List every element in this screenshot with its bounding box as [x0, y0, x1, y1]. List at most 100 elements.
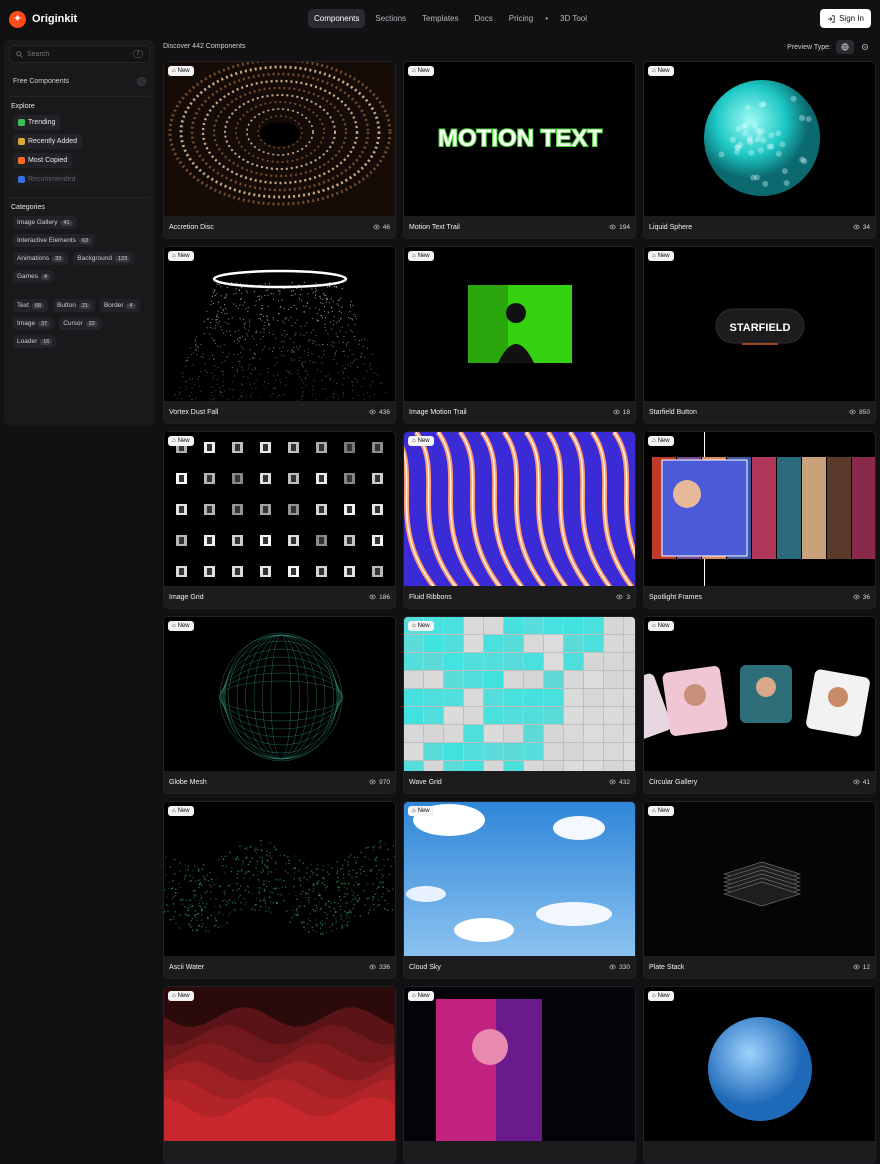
component-card[interactable]: MOTION TEXT ⌂New Motion Text Trail 194 — [403, 61, 636, 239]
component-card[interactable]: ⌂New — [163, 986, 396, 1164]
component-card[interactable]: ⌂New — [643, 986, 876, 1164]
preview-type-settings-button[interactable] — [859, 40, 871, 54]
explore-recommended[interactable]: Recommended — [13, 172, 80, 187]
category-animations[interactable]: Animations33 — [13, 252, 68, 265]
new-badge-label: New — [418, 68, 430, 74]
new-badge-label: New — [418, 993, 430, 999]
new-badge: ⌂New — [168, 436, 194, 446]
category-games[interactable]: Games4 — [13, 270, 54, 283]
preview-graphic — [404, 802, 635, 957]
free-components-switch[interactable] — [137, 77, 146, 86]
explore-recently-added[interactable]: Recently Added — [13, 134, 82, 149]
sign-in-button[interactable]: Sign In — [820, 9, 871, 28]
category-count: 4 — [126, 303, 135, 309]
eye-icon — [369, 409, 376, 415]
view-count: 330 — [609, 964, 630, 971]
eye-icon — [849, 409, 856, 415]
preview-graphic — [404, 432, 635, 587]
component-card[interactable]: ⌂New Cloud Sky 330 — [403, 801, 636, 979]
tag-icon: ⌂ — [412, 68, 416, 74]
view-count: 970 — [369, 779, 390, 786]
eye-icon — [853, 594, 860, 600]
component-preview — [404, 247, 635, 402]
new-badge-label: New — [658, 993, 670, 999]
nav-3d-tool[interactable]: 3D Tool — [554, 9, 593, 28]
view-count-value: 46 — [383, 224, 390, 231]
explore-title: Explore — [9, 103, 150, 110]
component-card[interactable]: ⌂New Plate Stack 12 — [643, 801, 876, 979]
eye-icon — [369, 964, 376, 970]
component-card[interactable]: ⌂New Ascii Water 336 — [163, 801, 396, 979]
new-badge: ⌂New — [408, 991, 434, 1001]
component-card[interactable]: ⌂New Accretion Disc 46 — [163, 61, 396, 239]
components-grid: ⌂New Accretion Disc 46 MOTION TEXT ⌂New … — [163, 61, 876, 1164]
sparkle-icon — [18, 138, 25, 145]
nav-sections[interactable]: Sections — [369, 9, 412, 28]
category-cursor[interactable]: Cursor22 — [59, 317, 102, 330]
card-caption: Circular Gallery 41 — [644, 771, 875, 793]
category-image[interactable]: Image37 — [13, 317, 54, 330]
divider — [9, 197, 150, 198]
component-title: Plate Stack — [649, 964, 684, 971]
tag-icon: ⌂ — [172, 253, 176, 259]
component-preview — [164, 617, 395, 772]
trending-icon — [18, 119, 25, 126]
view-count-value: 850 — [859, 409, 870, 416]
nav-pricing[interactable]: Pricing — [503, 9, 539, 28]
category-text[interactable]: Text68 — [13, 299, 48, 312]
preview-graphic — [164, 802, 395, 957]
view-count: 34 — [853, 224, 870, 231]
component-card[interactable]: ⌂New Circular Gallery 41 — [643, 616, 876, 794]
view-count: 432 — [609, 779, 630, 786]
card-caption: Globe Mesh 970 — [164, 771, 395, 793]
explore-most-copied[interactable]: Most Copied — [13, 153, 72, 168]
card-caption: Image Motion Trail 18 — [404, 401, 635, 423]
new-badge-label: New — [178, 808, 190, 814]
component-card[interactable]: ⌂New — [403, 986, 636, 1164]
component-card[interactable]: ⌂New Globe Mesh 970 — [163, 616, 396, 794]
new-badge-label: New — [178, 993, 190, 999]
nav-templates[interactable]: Templates — [416, 9, 464, 28]
component-card[interactable]: ⌂New Image Grid 186 — [163, 431, 396, 609]
component-card[interactable]: STARFIELD ⌂New Starfield Button 850 — [643, 246, 876, 424]
logo[interactable]: ✦ Originkit — [9, 11, 77, 28]
category-loader[interactable]: Loader16 — [13, 335, 56, 348]
nav-docs[interactable]: Docs — [469, 9, 499, 28]
view-count-value: 34 — [863, 224, 870, 231]
component-preview — [644, 432, 875, 587]
component-card[interactable]: ⌂New Liquid Sphere 34 — [643, 61, 876, 239]
category-count: 4 — [41, 274, 50, 280]
nav-components[interactable]: Components — [308, 9, 365, 28]
component-card[interactable]: ⌂New Fluid Ribbons 3 — [403, 431, 636, 609]
component-card[interactable]: ⌂New Spotlight Frames 36 — [643, 431, 876, 609]
card-caption — [404, 1141, 635, 1163]
component-card[interactable]: ⌂New Image Motion Trail 18 — [403, 246, 636, 424]
eye-icon — [609, 224, 616, 230]
component-preview: MOTION TEXT — [404, 62, 635, 217]
eye-icon — [613, 409, 620, 415]
category-border[interactable]: Border4 — [100, 299, 140, 312]
eye-icon — [853, 779, 860, 785]
category-label: Games — [17, 273, 38, 280]
category-image-gallery[interactable]: Image Gallery41 — [13, 216, 77, 229]
component-card[interactable]: ⌂New Vortex Dust Fall 436 — [163, 246, 396, 424]
component-card[interactable]: ⌂New Wave Grid 432 — [403, 616, 636, 794]
category-interactive-elements[interactable]: Interactive Elements63 — [13, 234, 95, 247]
preview-type-label: Preview Type: — [787, 44, 831, 51]
eye-icon — [853, 224, 860, 230]
category-background[interactable]: Background133 — [73, 252, 134, 265]
preview-type-globe-button[interactable] — [836, 40, 854, 54]
thumbs-up-icon — [18, 176, 25, 183]
explore-list: Trending Recently Added Most Copied Reco… — [9, 115, 150, 187]
new-badge: ⌂New — [648, 621, 674, 631]
art-text: MOTION TEXT — [438, 125, 602, 152]
free-components-toggle[interactable]: Free Components — [9, 77, 150, 86]
explore-trending[interactable]: Trending — [13, 115, 60, 130]
category-button[interactable]: Button21 — [53, 299, 95, 312]
view-count: 194 — [609, 224, 630, 231]
search-input[interactable]: Search / — [9, 45, 150, 63]
art-text: STARFIELD — [730, 322, 791, 334]
sidebar: Search / Free Components Explore Trendin… — [4, 40, 155, 426]
component-preview — [164, 247, 395, 402]
new-badge: ⌂New — [408, 66, 434, 76]
